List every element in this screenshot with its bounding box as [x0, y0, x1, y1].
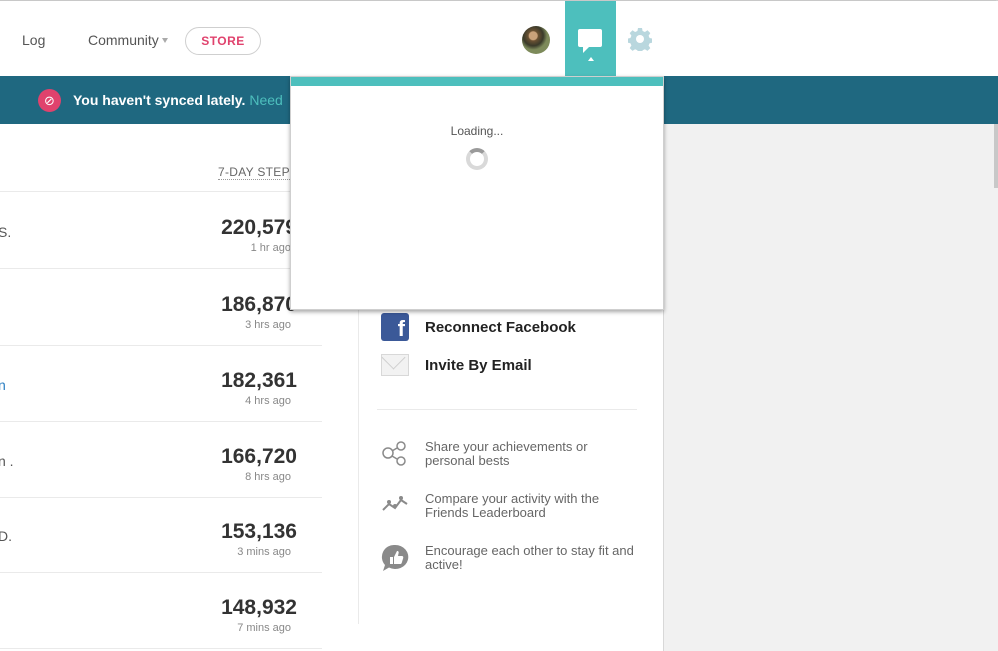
chevron-down-icon — [162, 38, 168, 43]
table-row[interactable]: 186,870 3 hrs ago — [0, 269, 322, 346]
nav-community-menu[interactable]: Community — [88, 32, 159, 48]
leaderboard-icon — [382, 496, 408, 511]
sync-off-icon: ⊘ — [38, 89, 61, 112]
side-panel — [664, 124, 998, 651]
feature-text: Compare your activity with the Friends L… — [425, 491, 600, 520]
sync-time: 8 hrs ago — [245, 471, 291, 483]
scrollbar[interactable] — [994, 124, 998, 188]
step-count: 220,579 — [221, 216, 297, 239]
gear-icon[interactable] — [628, 27, 652, 51]
banner-text: You haven't synced lately. — [73, 92, 246, 108]
invite-by-email-link[interactable]: Invite By Email — [425, 357, 532, 374]
dropdown-accent-bar — [291, 77, 663, 86]
friend-name[interactable]: n . — [0, 453, 14, 469]
sync-time: 1 hr ago — [250, 242, 291, 254]
top-nav: Log Community STORE — [0, 1, 998, 76]
table-row[interactable]: n 182,361 4 hrs ago — [0, 345, 322, 422]
leaderboard-column-header[interactable]: 7-DAY STEPS — [218, 165, 299, 180]
step-count: 153,136 — [221, 520, 297, 543]
step-count: 186,870 — [221, 293, 297, 316]
loading-spinner-icon — [466, 148, 488, 170]
sync-time: 3 mins ago — [237, 546, 291, 558]
envelope-icon[interactable] — [381, 354, 409, 376]
share-people-icon — [382, 441, 406, 466]
table-row[interactable]: D. 153,136 3 mins ago — [0, 496, 322, 573]
caret-up-icon — [588, 57, 594, 61]
avatar[interactable] — [522, 26, 550, 54]
table-row[interactable]: n . 166,720 8 hrs ago — [0, 421, 322, 498]
sync-time: 3 hrs ago — [245, 319, 291, 331]
store-button[interactable]: STORE — [185, 27, 261, 55]
table-row[interactable]: 148,932 7 mins ago — [0, 572, 322, 649]
thumbs-up-bubble-icon — [381, 544, 409, 571]
step-count: 148,932 — [221, 596, 297, 619]
banner-link[interactable]: Need — [249, 92, 282, 108]
facebook-icon[interactable]: f — [381, 313, 409, 341]
banner-message: You haven't synced lately. Need — [73, 92, 283, 108]
friend-name[interactable]: S. — [0, 224, 11, 240]
step-count: 182,361 — [221, 369, 297, 392]
messages-dropdown: Loading... — [290, 76, 664, 310]
sync-time: 4 hrs ago — [245, 395, 291, 407]
chat-bubble-icon — [578, 29, 602, 53]
table-row[interactable]: S. 220,579 1 hr ago — [0, 192, 322, 269]
feature-text: Share your achievements or personal best… — [425, 439, 588, 468]
sync-time: 7 mins ago — [237, 622, 291, 634]
reconnect-facebook-link[interactable]: Reconnect Facebook — [425, 319, 576, 336]
loading-text: Loading... — [450, 124, 504, 138]
friend-name[interactable]: n — [0, 377, 6, 393]
step-count: 166,720 — [221, 445, 297, 468]
friend-name[interactable]: D. — [0, 528, 12, 544]
messages-tab[interactable] — [565, 1, 616, 76]
divider — [377, 409, 637, 410]
nav-log-link[interactable]: Log — [22, 32, 45, 48]
feature-text: Encourage each other to stay fit and act… — [425, 543, 634, 572]
